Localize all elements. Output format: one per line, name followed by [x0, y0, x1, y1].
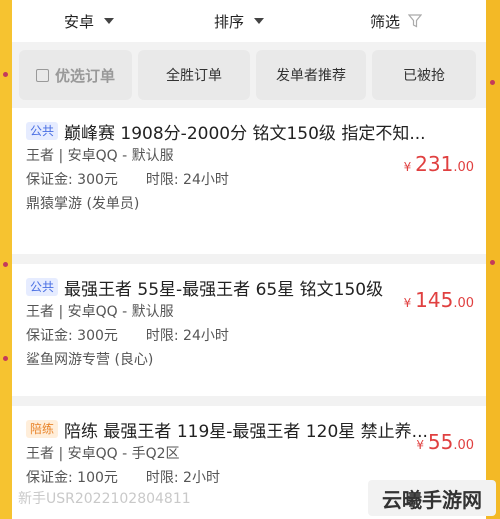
order-card[interactable]: 公共 最强王者 55星-最强王者 65星 铭文150级 王者 | 安卓QQ - … [12, 264, 486, 396]
divider [12, 396, 486, 406]
publisher: 鲨鱼网游专营 (良心) [26, 352, 154, 368]
order-price: ¥ 231.00 [403, 152, 474, 176]
coach-tag: 陪练 [26, 420, 59, 438]
order-price: ¥ 55.00 [416, 430, 474, 454]
tab-label: 全胜订单 [166, 68, 222, 84]
game-server: 王者 | 安卓QQ - 手Q2区 [26, 446, 180, 462]
time-limit: 时限: 24小时 [145, 328, 229, 344]
site-logo-watermark: 云曦手游网 [368, 480, 496, 516]
order-price: ¥ 145.00 [403, 288, 474, 312]
sort-label: 排序 [214, 12, 245, 31]
order-terms: 保证金: 300元 时限: 24小时 [26, 324, 472, 348]
deposit: 保证金: 300元 [26, 172, 118, 188]
publisher: 鼎猿掌游 (发单员) [26, 196, 140, 212]
sort-dropdown[interactable]: 排序 [214, 11, 265, 32]
decor-dot [3, 356, 8, 361]
android-label: 安卓 [64, 12, 95, 31]
divider [12, 254, 486, 264]
order-title: 陪练 最强王者 119星-最强王者 120星 禁止养... [64, 421, 428, 442]
time-limit: 时限: 2小时 [145, 470, 220, 486]
order-tabs: 优选订单 全胜订单 发单者推荐 已被抢 [12, 42, 486, 108]
android-dropdown[interactable]: 安卓 [64, 11, 115, 32]
tab-label: 发单者推荐 [276, 68, 346, 84]
tab-label: 优选订单 [54, 66, 115, 85]
filter-button[interactable]: 筛选 [370, 11, 423, 32]
tab-all-win-orders[interactable]: 全胜订单 [138, 50, 250, 100]
filter-bar: 安卓 排序 筛选 [12, 0, 486, 42]
tab-preferred-orders[interactable]: 优选订单 [19, 50, 132, 100]
tab-grabbed[interactable]: 已被抢 [372, 50, 476, 100]
decor-dot [490, 260, 495, 265]
decor-dot [3, 72, 8, 77]
deposit: 保证金: 100元 [26, 470, 118, 486]
chevron-down-icon [254, 18, 265, 24]
order-card[interactable]: 公共 巅峰赛 1908分-2000分 铭文150级 指定不知... 王者 | 安… [12, 108, 486, 254]
public-tag: 公共 [26, 278, 59, 296]
order-title: 巅峰赛 1908分-2000分 铭文150级 指定不知... [64, 123, 426, 144]
filter-label: 筛选 [370, 12, 401, 31]
order-panel: 安卓 排序 筛选 优选订单 全胜订单 发单者推荐 已被抢 公共 巅峰赛 1908… [12, 0, 486, 519]
checkbox-icon [35, 68, 49, 82]
left-border [0, 0, 12, 519]
chevron-down-icon [104, 18, 115, 24]
public-tag: 公共 [26, 122, 59, 140]
tab-publisher-recommend[interactable]: 发单者推荐 [256, 50, 366, 100]
deposit: 保证金: 300元 [26, 328, 118, 344]
user-watermark: 新手USR2022102804811 [18, 491, 191, 507]
decor-dot [3, 262, 8, 267]
time-limit: 时限: 24小时 [145, 172, 229, 188]
funnel-icon [408, 14, 423, 28]
decor-dot [490, 80, 495, 85]
tab-label: 已被抢 [403, 68, 445, 84]
